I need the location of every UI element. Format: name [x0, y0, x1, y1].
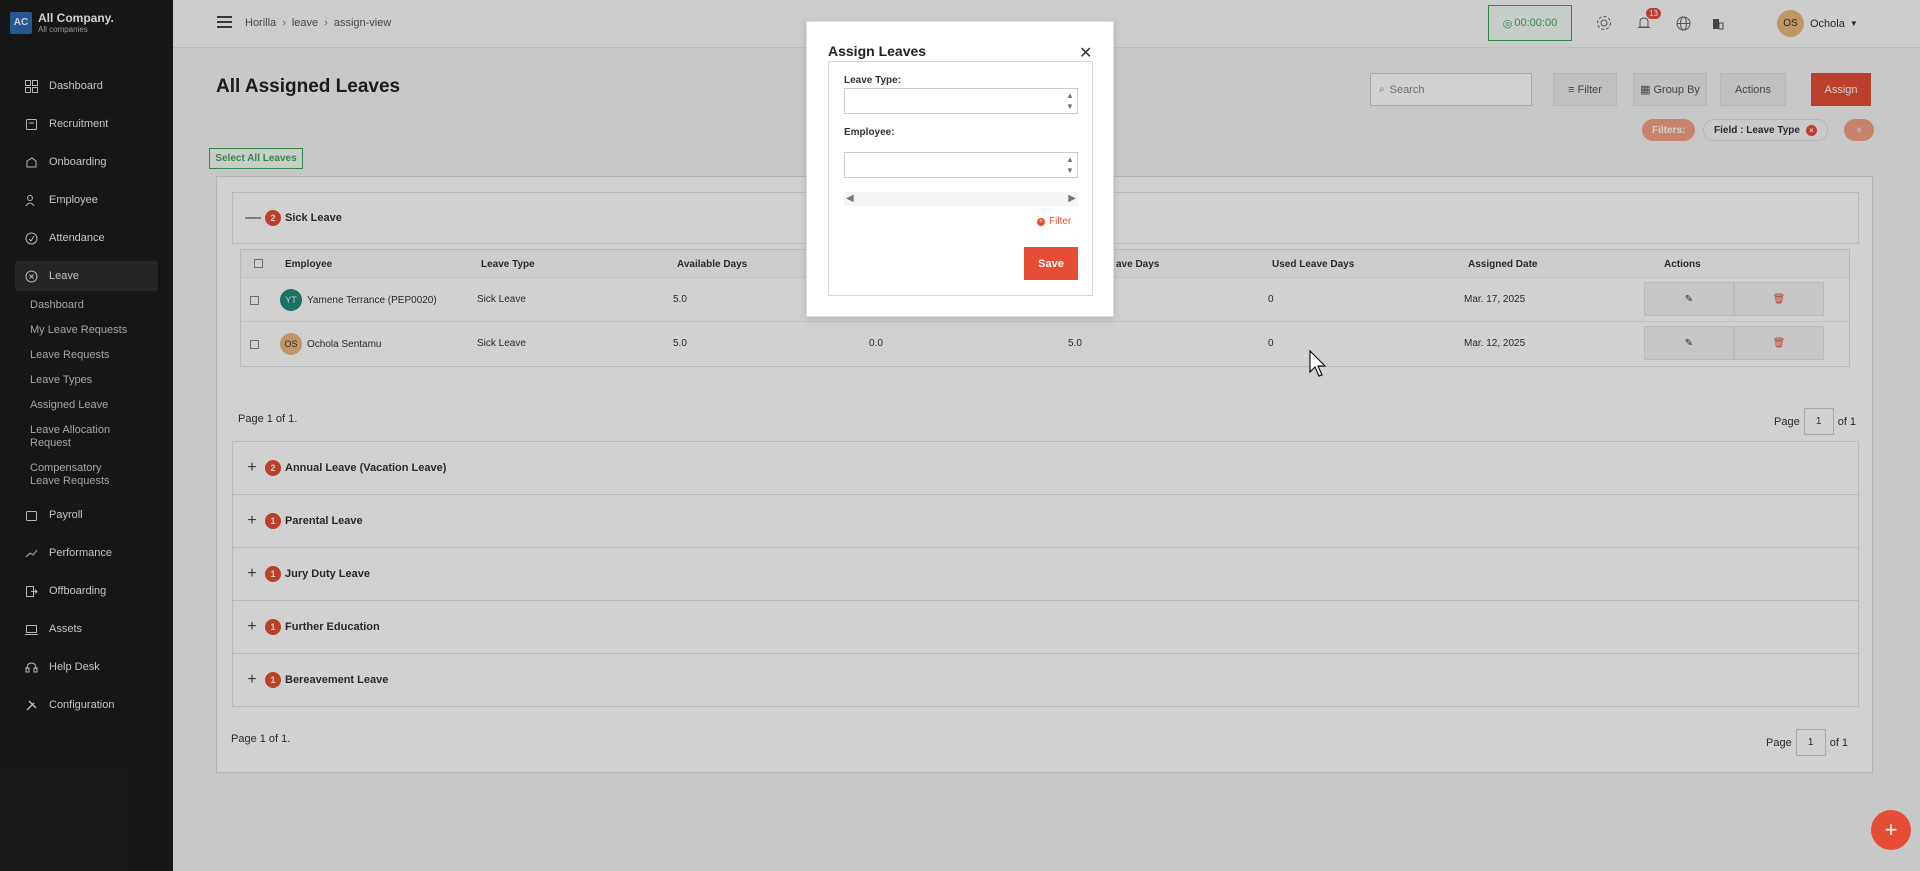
add-floating-button[interactable]: + [1871, 810, 1911, 850]
assign-leaves-modal: Assign Leaves ✕ Leave Type: ▲ ▼ Employee:… [806, 21, 1114, 317]
plus-icon: + [1884, 817, 1898, 842]
scroll-left-icon[interactable]: ◀ [846, 193, 854, 204]
leave-type-select[interactable]: ▲ ▼ [844, 88, 1078, 114]
close-icon[interactable]: ✕ [1079, 43, 1092, 63]
scroll-arrows-icon[interactable]: ▲ ▼ [1065, 90, 1075, 112]
leave-type-label: Leave Type: [844, 75, 902, 86]
employee-filter-link[interactable]: + Filter [1037, 216, 1071, 227]
assign-form: Leave Type: ▲ ▼ Employee: ▲ ▼ ◀ ▶ + Filter… [828, 61, 1093, 296]
scroll-right-icon[interactable]: ▶ [1068, 193, 1076, 204]
scroll-arrows-icon[interactable]: ▲ ▼ [1065, 154, 1075, 176]
modal-title: Assign Leaves [828, 43, 927, 59]
filter-link-text: Filter [1049, 216, 1072, 227]
employee-select[interactable]: ▲ ▼ [844, 152, 1078, 178]
mouse-cursor-icon [1309, 350, 1327, 377]
filter-dot-icon: + [1037, 217, 1045, 226]
save-button[interactable]: Save [1024, 247, 1078, 280]
employee-label: Employee: [844, 127, 895, 138]
horizontal-scrollbar[interactable]: ◀ ▶ [844, 192, 1078, 206]
